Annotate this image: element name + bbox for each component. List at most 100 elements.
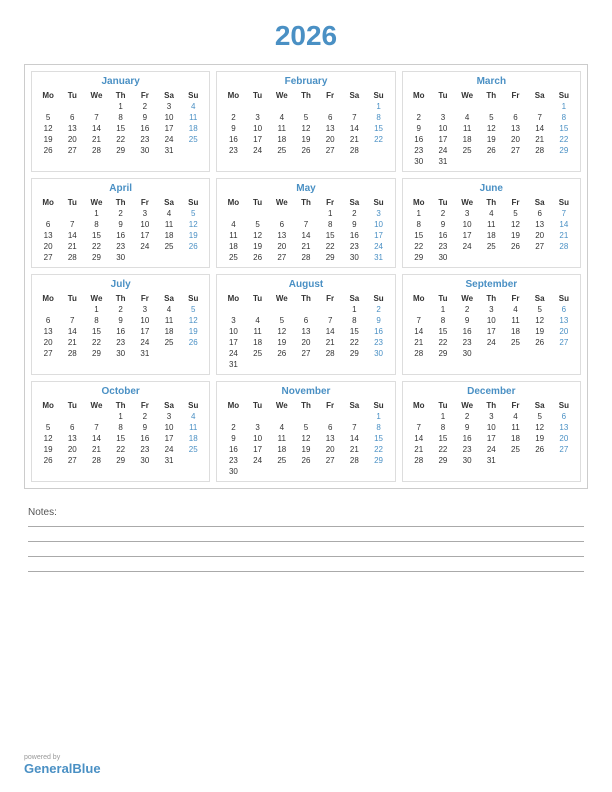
day-cell: 11 [221, 230, 245, 241]
month-table: MoTuWeThFrSaSu12345678910111213141516171… [221, 400, 390, 477]
day-cell [479, 348, 503, 359]
day-cell: 23 [431, 241, 455, 252]
day-cell: 14 [60, 326, 84, 337]
day-cell: 19 [503, 230, 527, 241]
day-cell: 7 [407, 422, 431, 433]
weekday-header: Mo [407, 293, 431, 304]
day-cell: 21 [407, 337, 431, 348]
day-cell: 4 [270, 112, 294, 123]
day-cell: 6 [294, 315, 318, 326]
weekday-header: Fr [503, 400, 527, 411]
day-cell: 17 [246, 134, 270, 145]
day-cell [60, 208, 84, 219]
month-table: MoTuWeThFrSaSu12345678910111213141516171… [36, 293, 205, 359]
day-cell: 27 [318, 145, 342, 156]
day-cell: 8 [84, 315, 108, 326]
day-cell: 7 [84, 422, 108, 433]
month-table: MoTuWeThFrSaSu12345678910111213141516171… [36, 197, 205, 263]
day-cell: 10 [157, 422, 181, 433]
day-cell: 29 [109, 145, 133, 156]
day-cell: 3 [455, 208, 479, 219]
day-cell [84, 411, 108, 422]
day-cell [181, 252, 205, 263]
day-cell: 23 [133, 134, 157, 145]
day-cell [84, 101, 108, 112]
day-cell: 23 [342, 241, 366, 252]
day-cell: 6 [528, 208, 552, 219]
weekday-header: Sa [342, 90, 366, 101]
day-cell [318, 411, 342, 422]
weekday-header: Tu [431, 90, 455, 101]
day-cell: 15 [84, 326, 108, 337]
weekday-header: Su [181, 90, 205, 101]
day-cell: 4 [181, 101, 205, 112]
month-block-september: SeptemberMoTuWeThFrSaSu12345678910111213… [402, 274, 581, 375]
weekday-header: Sa [157, 197, 181, 208]
month-block-november: NovemberMoTuWeThFrSaSu123456789101112131… [216, 381, 395, 482]
day-cell: 29 [407, 252, 431, 263]
weekday-header: Th [109, 293, 133, 304]
day-cell: 20 [552, 326, 576, 337]
day-cell: 4 [246, 315, 270, 326]
day-cell: 16 [455, 433, 479, 444]
day-cell: 18 [246, 337, 270, 348]
day-cell: 14 [294, 230, 318, 241]
day-cell: 30 [455, 455, 479, 466]
weekday-header: Th [479, 90, 503, 101]
weekday-header: Sa [342, 400, 366, 411]
day-cell: 22 [431, 444, 455, 455]
month-table: MoTuWeThFrSaSu12345678910111213141516171… [221, 293, 390, 370]
weekday-header: Sa [528, 90, 552, 101]
notes-line-2 [28, 541, 584, 542]
day-cell: 30 [133, 455, 157, 466]
day-cell: 29 [342, 348, 366, 359]
month-block-march: MarchMoTuWeThFrSaSu123456789101112131415… [402, 71, 581, 172]
day-cell: 1 [366, 101, 390, 112]
day-cell [366, 359, 390, 370]
day-cell: 11 [181, 422, 205, 433]
month-title: February [221, 76, 390, 87]
day-cell: 12 [294, 433, 318, 444]
day-cell: 3 [246, 112, 270, 123]
day-cell: 19 [246, 241, 270, 252]
day-cell: 18 [503, 433, 527, 444]
day-cell: 4 [157, 304, 181, 315]
day-cell: 22 [109, 134, 133, 145]
day-cell: 5 [36, 422, 60, 433]
day-cell: 27 [60, 455, 84, 466]
day-cell: 8 [366, 422, 390, 433]
day-cell: 17 [157, 123, 181, 134]
day-cell: 28 [342, 455, 366, 466]
day-cell: 11 [503, 422, 527, 433]
day-cell: 15 [431, 326, 455, 337]
day-cell: 16 [109, 230, 133, 241]
weekday-header: We [270, 293, 294, 304]
day-cell [36, 411, 60, 422]
day-cell: 6 [36, 219, 60, 230]
footer-powered-label: powered by [24, 754, 101, 761]
day-cell: 21 [60, 241, 84, 252]
day-cell [552, 156, 576, 167]
day-cell: 17 [366, 230, 390, 241]
weekday-header: Sa [157, 293, 181, 304]
day-cell: 22 [366, 444, 390, 455]
weekday-header: Su [366, 90, 390, 101]
month-title: April [36, 183, 205, 194]
day-cell: 28 [84, 145, 108, 156]
day-cell [270, 304, 294, 315]
day-cell [36, 101, 60, 112]
day-cell: 16 [221, 444, 245, 455]
weekday-header: Fr [133, 90, 157, 101]
day-cell: 31 [431, 156, 455, 167]
day-cell: 9 [431, 219, 455, 230]
weekday-header: Fr [133, 400, 157, 411]
day-cell: 13 [318, 123, 342, 134]
day-cell: 3 [479, 411, 503, 422]
day-cell [552, 252, 576, 263]
day-cell [366, 145, 390, 156]
day-cell: 23 [109, 241, 133, 252]
day-cell: 12 [181, 219, 205, 230]
day-cell [294, 466, 318, 477]
day-cell: 23 [221, 145, 245, 156]
day-cell: 13 [36, 326, 60, 337]
